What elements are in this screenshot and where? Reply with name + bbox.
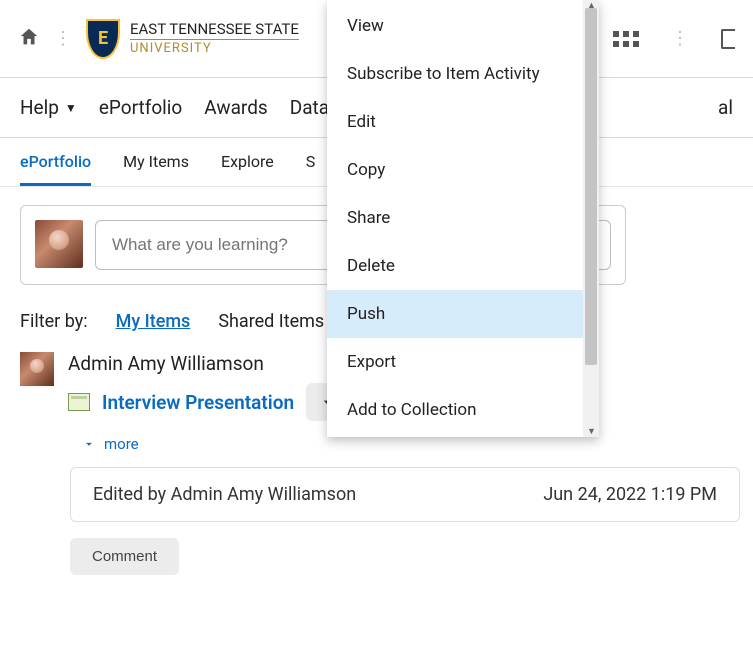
filter-my-items[interactable]: My Items	[116, 311, 191, 332]
menu-item-add-to-collection[interactable]: Add to Collection	[327, 386, 583, 430]
edited-at: Jun 24, 2022 1:19 PM	[543, 484, 717, 505]
brand-shield-icon: E	[86, 19, 120, 59]
tab-cutoff: S	[306, 152, 316, 186]
menu-item-delete[interactable]: Delete	[327, 242, 583, 290]
menu-item-edit[interactable]: Edit	[327, 98, 583, 146]
filter-shared-items[interactable]: Shared Items	[218, 311, 324, 332]
edited-by: Edited by Admin Amy Williamson	[93, 484, 356, 505]
avatar	[20, 352, 54, 386]
comment-button[interactable]: Comment	[70, 538, 179, 575]
menu-scrollbar[interactable]: ▲ ▼	[583, 0, 599, 437]
brand-line2: UNIVERSITY	[130, 39, 299, 55]
more-label: more	[104, 435, 139, 453]
presentation-icon	[68, 393, 90, 411]
topbar-right: ⋮	[613, 28, 735, 49]
tab-eportfolio[interactable]: ePortfolio	[20, 152, 91, 186]
feed-item-row: Interview Presentation	[68, 383, 348, 421]
scroll-down-icon[interactable]: ▼	[587, 426, 596, 437]
edit-info-bar: Edited by Admin Amy Williamson Jun 24, 2…	[70, 467, 740, 522]
nav-cutoff: al	[718, 96, 733, 119]
topbar-more-icon[interactable]: ⋮	[54, 28, 72, 49]
menu-list: ViewSubscribe to Item ActivityEditCopySh…	[327, 0, 583, 437]
nav-data[interactable]: Data	[290, 96, 329, 119]
menu-item-copy[interactable]: Copy	[327, 146, 583, 194]
menu-item-share[interactable]: Share	[327, 194, 583, 242]
brand-line1: EAST TENNESSEE STATE	[130, 22, 299, 37]
item-actions-menu: ViewSubscribe to Item ActivityEditCopySh…	[327, 0, 599, 437]
chevron-down-icon	[82, 437, 96, 451]
brand-text: EAST TENNESSEE STATE UNIVERSITY	[130, 22, 299, 55]
tab-my-items[interactable]: My Items	[123, 152, 189, 186]
brand-logo[interactable]: E EAST TENNESSEE STATE UNIVERSITY	[86, 19, 299, 59]
apps-grid-icon[interactable]	[613, 31, 639, 47]
menu-item-view[interactable]: View	[327, 2, 583, 50]
menu-item-push[interactable]: Push	[327, 290, 583, 338]
nav-eportfolio[interactable]: ePortfolio	[99, 96, 182, 119]
feed-item-link[interactable]: Interview Presentation	[102, 391, 294, 414]
home-icon[interactable]	[18, 26, 40, 52]
menu-item-export[interactable]: Export	[327, 338, 583, 386]
nav-awards[interactable]: Awards	[204, 96, 268, 119]
chevron-down-icon: ▼	[65, 101, 77, 115]
filter-label: Filter by:	[20, 311, 88, 332]
mail-icon[interactable]	[721, 29, 735, 49]
tab-explore[interactable]: Explore	[221, 152, 274, 186]
menu-item-subscribe-to-item-activity[interactable]: Subscribe to Item Activity	[327, 50, 583, 98]
nav-help[interactable]: Help ▼	[20, 96, 77, 119]
feed-author: Admin Amy Williamson	[68, 352, 348, 375]
topbar-more2-icon[interactable]: ⋮	[671, 28, 689, 49]
avatar	[35, 220, 83, 268]
scroll-thumb[interactable]	[585, 8, 597, 365]
nav-help-label: Help	[20, 96, 59, 119]
